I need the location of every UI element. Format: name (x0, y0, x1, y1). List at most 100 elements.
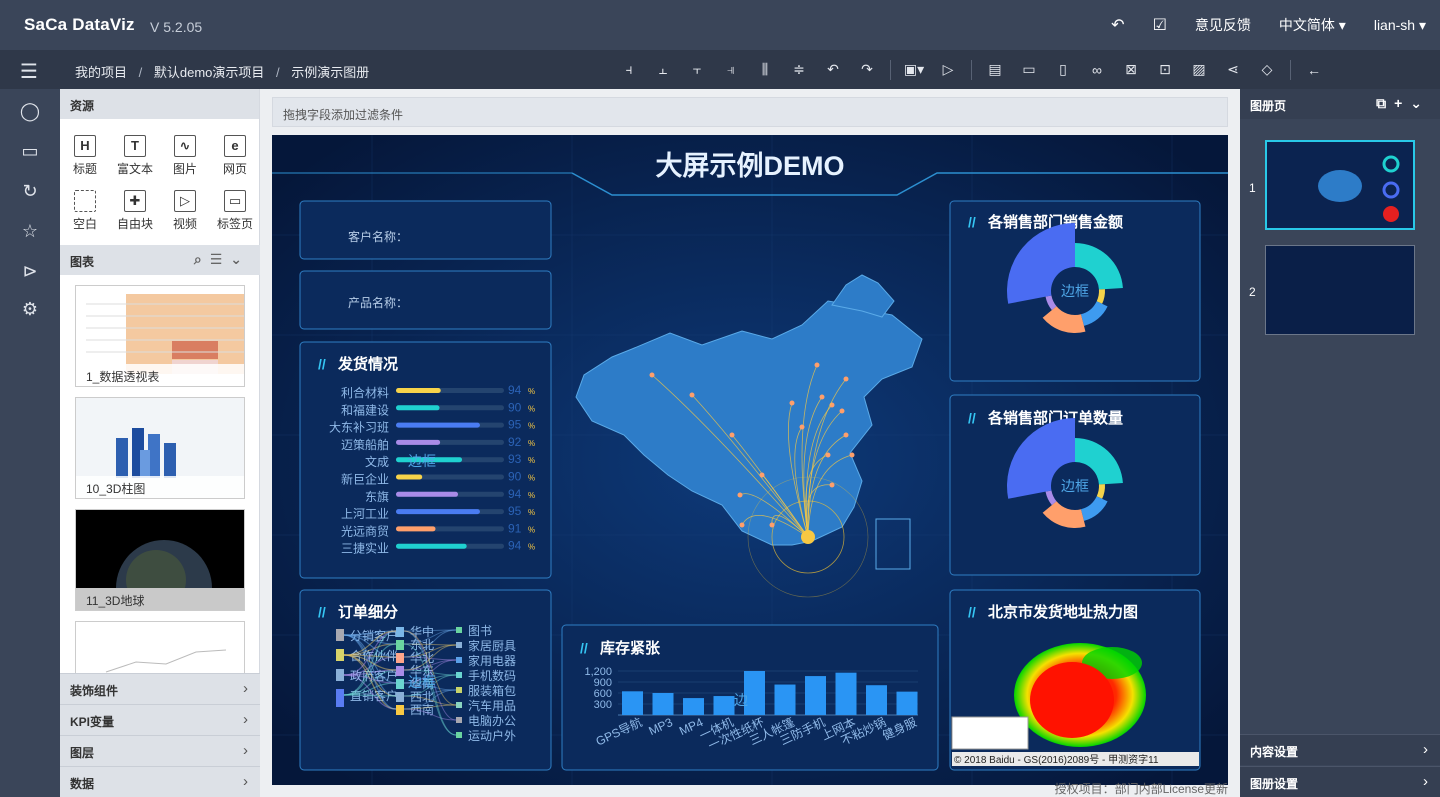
distribute-h-icon[interactable]: ⫼ (748, 61, 782, 78)
resource-label: 网页 (222, 162, 247, 176)
page-thumb-2[interactable] (1265, 245, 1415, 335)
page-number: 2 (1249, 285, 1256, 299)
product-box (299, 270, 552, 330)
feedback-link[interactable]: 意见反馈 (1195, 15, 1251, 35)
settings-icon[interactable]: ⚙ (18, 299, 42, 323)
card-icon[interactable]: ▭ (1012, 61, 1046, 78)
stock-title: 库存紧张 (600, 639, 661, 657)
sankey-mid-node (396, 705, 404, 715)
user-icon[interactable]: ◯ (18, 101, 42, 125)
resource-image[interactable]: ∿ 图片 (160, 127, 210, 182)
chart-thumb[interactable]: 10_3D柱图 (75, 397, 245, 499)
accordion-layer[interactable]: 图层 › (60, 735, 260, 766)
map-logo-box (951, 716, 1029, 750)
resource-panel: 资源 H 标题 T 富文本 ∿ 图片 e 网页 空白 ✚ 自由块 ▷ 视频 ▭ 标签页 图表 ⌕… (60, 89, 260, 797)
resource-freeblock[interactable]: ✚ 自由块 (110, 182, 160, 237)
add-page-icon[interactable]: ⧉+⌄ (1376, 95, 1430, 112)
accordion-label: 图册设置 (1250, 777, 1299, 791)
resource-video[interactable]: ▷ 视频 (160, 182, 210, 237)
resource-web[interactable]: e 网页 (210, 127, 260, 182)
video-icon: ▷ (174, 190, 196, 212)
stock-y-tick: 300 (594, 699, 612, 711)
monitor-icon[interactable]: ▭ (18, 141, 42, 165)
sankey-right-node (456, 687, 462, 693)
play-icon[interactable]: ▷ (931, 61, 965, 78)
flow-target (689, 392, 695, 398)
dashboard-canvas: 大屏示例DEMO 客户名称： 产品名称： // 发货情况 利合材料 94 % 和福建设… (272, 135, 1228, 785)
resource-label: 空白 (72, 217, 97, 231)
sankey-left-node (336, 629, 344, 641)
chevron-right-icon: › (243, 680, 248, 697)
page-thumb-1[interactable] (1265, 140, 1415, 230)
pdf-icon[interactable]: ⊡ (1148, 61, 1182, 78)
stock-bar (652, 693, 674, 715)
play-circle-icon[interactable]: ⊳ (18, 261, 42, 285)
chevron-right-icon: › (243, 711, 248, 728)
pages-panel: 图册页 ⧉+⌄ 1 2 内容设置 › 图册设置 › (1240, 89, 1440, 797)
align-top-icon[interactable]: ⫟ (680, 61, 714, 78)
align-left-icon[interactable]: ⫞ (612, 61, 646, 78)
ship-bar (396, 405, 440, 411)
sankey-right-node (456, 702, 462, 708)
image-icon[interactable]: ▨ (1182, 61, 1216, 78)
share-icon[interactable]: ⋖ (1216, 61, 1250, 78)
sankey-mid-node (396, 692, 404, 702)
order-title: 订单细分 (338, 603, 398, 621)
ship-unit-label: % (528, 404, 535, 413)
chevron-right-icon: › (243, 773, 248, 790)
breadcrumb-item: 示例演示图册 (291, 65, 370, 80)
resource-blank[interactable]: 空白 (60, 182, 110, 237)
sankey-mid-node (396, 666, 404, 676)
star-icon[interactable]: ☆ (18, 221, 42, 245)
save-icon[interactable]: ▣▾ (897, 61, 931, 78)
dashboard-screen[interactable]: 大屏示例DEMO 客户名称： 产品名称： // 发货情况 利合材料 94% 和福建设… (272, 135, 1228, 785)
accordion-kpi[interactable]: KPI变量 › (60, 704, 260, 735)
language-select[interactable]: 中文简体 ▾ (1279, 15, 1346, 35)
align-right-icon[interactable]: ⫣ (714, 61, 748, 78)
flow-target (814, 362, 820, 368)
ship-category-label: 新巨企业 (341, 472, 389, 487)
redo-icon[interactable]: ↷ (850, 61, 884, 78)
resource-title[interactable]: H 标题 (60, 127, 110, 182)
web-icon: e (224, 135, 246, 157)
undo-icon[interactable]: ↶ (816, 61, 850, 78)
user-menu[interactable]: lian-sh ▾ (1374, 17, 1426, 34)
align-bottom-icon[interactable]: ⫠ (646, 61, 680, 78)
heatmap (1014, 643, 1146, 747)
page-icon[interactable]: ▤ (978, 61, 1012, 78)
refresh-icon[interactable]: ↻ (18, 181, 42, 205)
top-actions: ↶ ☑ 意见反馈 中文简体 ▾ lian-sh ▾ (1111, 0, 1426, 50)
accordion-decor[interactable]: 装饰组件 › (60, 673, 260, 704)
sankey-right-label: 图书 (468, 624, 492, 638)
ship-value-label: 92 (508, 435, 522, 449)
search-icon[interactable]: ⌕☰⌄ (194, 251, 250, 268)
distribute-v-icon[interactable]: ≑ (782, 61, 816, 78)
chart-thumb[interactable] (75, 621, 245, 675)
sankey-right-node (456, 657, 462, 663)
ship-border-label: 边框 (408, 453, 436, 469)
chart-thumb[interactable]: 1_数据透视表 (75, 285, 245, 387)
flow-target (843, 432, 849, 438)
resource-tabs[interactable]: ▭ 标签页 (210, 182, 260, 237)
tag-icon[interactable]: ◇ (1250, 61, 1284, 78)
menu-icon[interactable]: ☰ (20, 59, 38, 84)
stock-bar (805, 676, 826, 715)
breadcrumb-item[interactable]: 我的项目 (75, 65, 127, 80)
sankey-right-label: 电脑办公 (468, 713, 516, 728)
ship-bar (396, 526, 436, 532)
sankey-mid-node (396, 679, 404, 689)
content-settings[interactable]: 内容设置 › (1240, 734, 1440, 765)
chart-thumb[interactable]: 11_3D地球 (75, 509, 245, 611)
filter-dropzone[interactable]: 拖拽字段添加过滤条件 (272, 97, 1228, 127)
link-icon[interactable]: ∞ (1080, 62, 1114, 78)
album-settings[interactable]: 图册设置 › (1240, 766, 1440, 797)
resource-richtext[interactable]: T 富文本 (110, 127, 160, 182)
accordion-data[interactable]: 数据 › (60, 766, 260, 797)
edit-icon[interactable]: ☑ (1153, 15, 1167, 35)
exit-icon[interactable]: ← (1297, 62, 1331, 78)
breadcrumb-item[interactable]: 默认demo演示项目 (154, 65, 265, 80)
excel-icon[interactable]: ⊠ (1114, 61, 1148, 78)
ship-unit-label: % (528, 422, 535, 431)
mobile-icon[interactable]: ▯ (1046, 61, 1080, 78)
back-icon[interactable]: ↶ (1111, 15, 1124, 35)
